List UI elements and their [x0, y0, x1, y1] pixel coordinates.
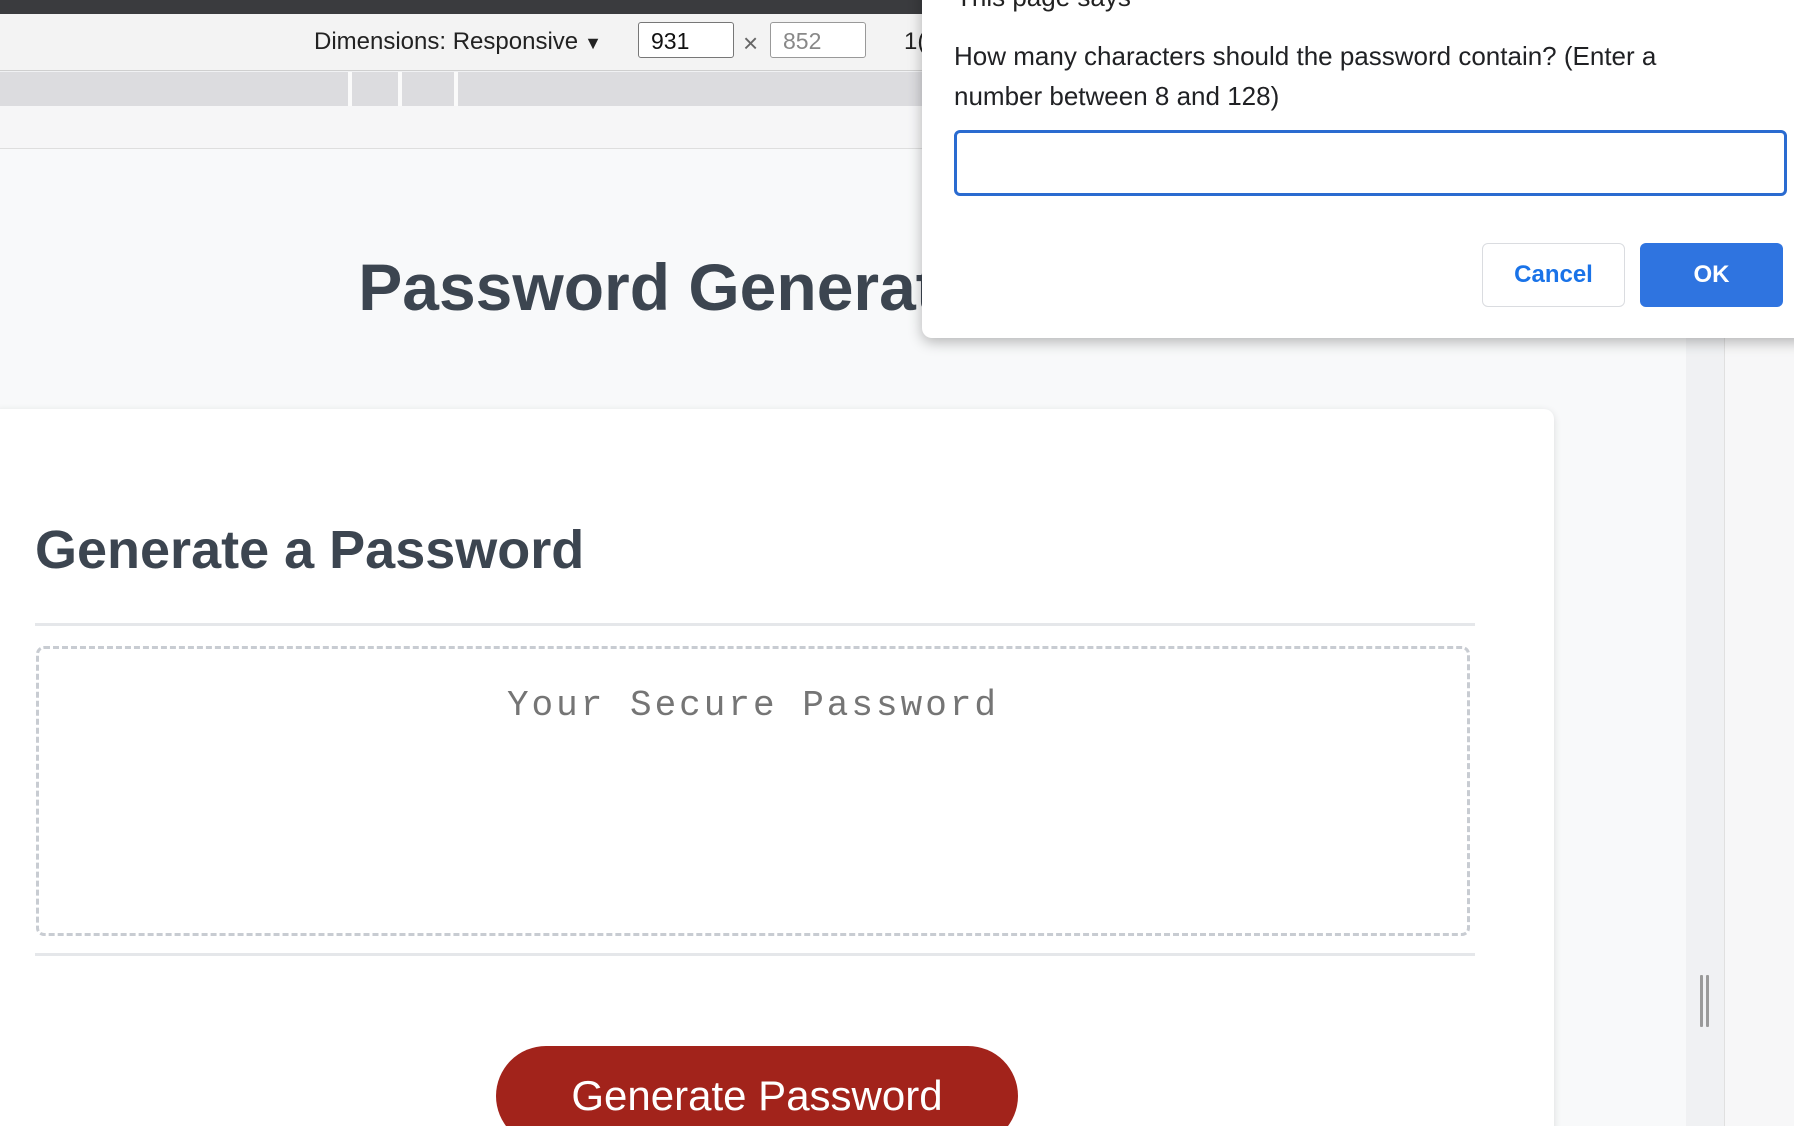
ok-button[interactable]: OK: [1640, 243, 1783, 307]
chevron-down-icon: ▼: [584, 33, 602, 53]
dialog-message: How many characters should the password …: [954, 41, 1657, 111]
dialog-title: This page says: [956, 0, 1131, 13]
password-placeholder: Your Secure Password: [506, 685, 1000, 726]
card-footer-divider: [35, 953, 1475, 956]
ruler-divider: [348, 72, 352, 106]
ruler-divider: [454, 72, 458, 106]
dimensions-dropdown[interactable]: Dimensions: Responsive ▼: [314, 28, 602, 56]
height-input[interactable]: 852: [770, 22, 866, 58]
prompt-dialog: This page says How many characters shoul…: [922, 0, 1794, 338]
dialog-text-input[interactable]: [954, 130, 1787, 196]
generate-password-button[interactable]: Generate Password: [496, 1046, 1018, 1126]
password-card: Generate a Password Your Secure Password…: [0, 409, 1554, 1126]
resize-handle[interactable]: [1700, 975, 1710, 1027]
ruler-divider: [398, 72, 402, 106]
card-title: Generate a Password: [35, 520, 585, 580]
dimensions-label: Dimensions: Responsive: [314, 28, 579, 55]
times-icon: ×: [743, 28, 759, 58]
card-header-divider: [35, 623, 1475, 626]
password-output[interactable]: Your Secure Password: [36, 646, 1470, 936]
cancel-button[interactable]: Cancel: [1482, 243, 1625, 307]
width-input[interactable]: 931: [638, 22, 734, 58]
